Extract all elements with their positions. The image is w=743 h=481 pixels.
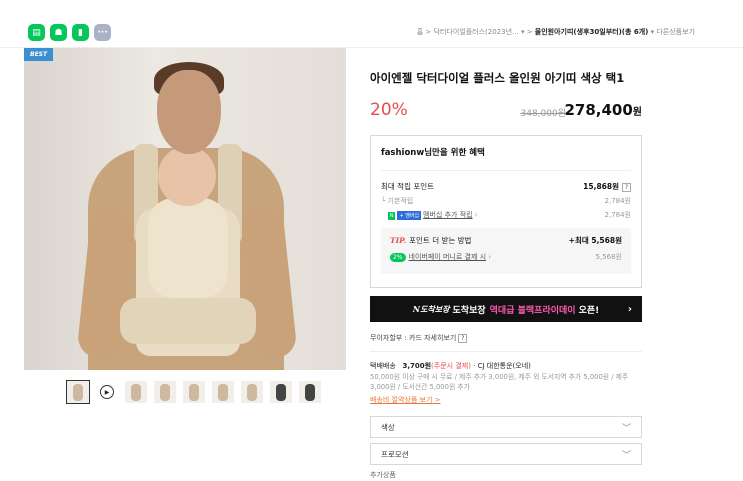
other-products-link[interactable]: 다른상품보기 bbox=[656, 28, 695, 36]
benefit-title: fashionw님만을 위한 혜택 bbox=[381, 148, 485, 158]
thumbnail[interactable] bbox=[154, 381, 176, 403]
promotion-select[interactable]: 프로모션 ﹀ bbox=[370, 443, 642, 466]
shipping-info: 택배배송 3,700원(주문시 결제) · CJ 대한통운(오네) bbox=[370, 362, 531, 370]
installment-info[interactable]: 무이자할부 : 카드 자세히보기? bbox=[370, 333, 642, 343]
best-badge: BEST bbox=[24, 48, 54, 61]
tip-box: TIP. 포인트 더 받는 방법 +최대 5,568원 2% 네이버페이 머니로 결… bbox=[381, 228, 631, 274]
thumbnail[interactable] bbox=[66, 380, 90, 404]
basic-point-row: └ 기본적립 2,784원 bbox=[381, 197, 631, 205]
talk-icon[interactable]: ▤ bbox=[28, 24, 45, 41]
thumbnail-strip: ▶ bbox=[66, 380, 321, 404]
chevron-down-icon[interactable]: ▾ bbox=[651, 28, 655, 36]
share-icons: ▤ ☗ ▮ ··· bbox=[28, 24, 111, 41]
thumbnail[interactable] bbox=[183, 381, 205, 403]
discount-rate: 20% bbox=[370, 100, 408, 120]
thumbnail[interactable] bbox=[270, 381, 292, 403]
bookmark-icon[interactable]: ▮ bbox=[72, 24, 89, 41]
additional-products-label: 추가상품 bbox=[370, 471, 396, 480]
thumbnail-more[interactable] bbox=[299, 381, 321, 403]
product-info: 아이엔젤 닥터다이얼 플러스 올인원 아기띠 색상 택1 20% 348,000… bbox=[370, 70, 642, 480]
thumbnail[interactable] bbox=[241, 381, 263, 403]
max-point-row: 최대 적립 포인트 15,868원? bbox=[381, 181, 631, 192]
original-price: 348,000원 bbox=[520, 109, 567, 119]
naver-badge: N bbox=[387, 212, 396, 220]
thumbnail[interactable] bbox=[212, 381, 234, 403]
membership-badge: + 멤버십 bbox=[397, 211, 422, 220]
shipping-saving-link[interactable]: 배송비 절약상품 보기 > bbox=[370, 395, 642, 405]
chevron-down-icon: ﹀ bbox=[621, 450, 631, 461]
play-icon: ▶ bbox=[100, 385, 114, 399]
shipping-description: 50,000원 이상 구매 시 무료 / 제주 추가 3,000원, 제주 외 … bbox=[370, 373, 629, 391]
breadcrumb-home[interactable]: 홈 bbox=[417, 28, 423, 36]
promo-banner[interactable]: N도착보장 도착보장 역대급 블랙프라이데이 오픈! › bbox=[370, 296, 642, 322]
tip-value: +최대 5,568원 bbox=[568, 236, 622, 245]
video-thumbnail[interactable]: ▶ bbox=[96, 381, 118, 403]
final-price: 278,400원 bbox=[564, 101, 642, 119]
price-row: 20% 348,000원 278,400원 bbox=[370, 100, 642, 122]
naverpay-badge: 2% bbox=[390, 253, 406, 262]
help-icon[interactable]: ? bbox=[458, 334, 468, 343]
benefit-box: fashionw님만을 위한 혜택 최대 적립 포인트 15,868원? └ 기… bbox=[370, 135, 642, 288]
membership-point-row: N + 멤버십 멤버십 추가 적립 › 2,784원 bbox=[387, 211, 631, 220]
chevron-right-icon: › bbox=[627, 303, 632, 315]
arrival-guarantee-logo: N도착보장 bbox=[412, 303, 450, 314]
story-icon[interactable]: ☗ bbox=[50, 24, 67, 41]
help-icon[interactable]: ? bbox=[622, 183, 631, 192]
chevron-down-icon: ﹀ bbox=[621, 423, 631, 434]
naverpay-link[interactable]: 네이버페이 머니로 결제 시 bbox=[409, 253, 487, 261]
breadcrumb: 홈 > 닥터다이얼플러스(2023년... ▾ > 올인원아기띠(생후30일부터… bbox=[416, 28, 695, 36]
more-icon[interactable]: ··· bbox=[94, 24, 111, 41]
product-main-image[interactable]: BEST bbox=[24, 48, 346, 370]
product-title: 아이엔젤 닥터다이얼 플러스 올인원 아기띠 색상 택1 bbox=[370, 71, 625, 85]
thumbnail[interactable] bbox=[125, 381, 147, 403]
color-select[interactable]: 색상 ﹀ bbox=[370, 416, 642, 439]
max-point-value: 15,868원 bbox=[583, 182, 619, 191]
breadcrumb-category[interactable]: 닥터다이얼플러스(2023년... bbox=[434, 28, 519, 36]
membership-link[interactable]: 멤버십 추가 적립 bbox=[423, 211, 473, 219]
breadcrumb-current[interactable]: 올인원아기띠(생후30일부터)(총 6개) bbox=[535, 28, 649, 36]
chevron-down-icon[interactable]: ▾ bbox=[521, 28, 525, 36]
top-bar: ▤ ☗ ▮ ··· 홈 > 닥터다이얼플러스(2023년... ▾ > 올인원아… bbox=[0, 0, 743, 48]
